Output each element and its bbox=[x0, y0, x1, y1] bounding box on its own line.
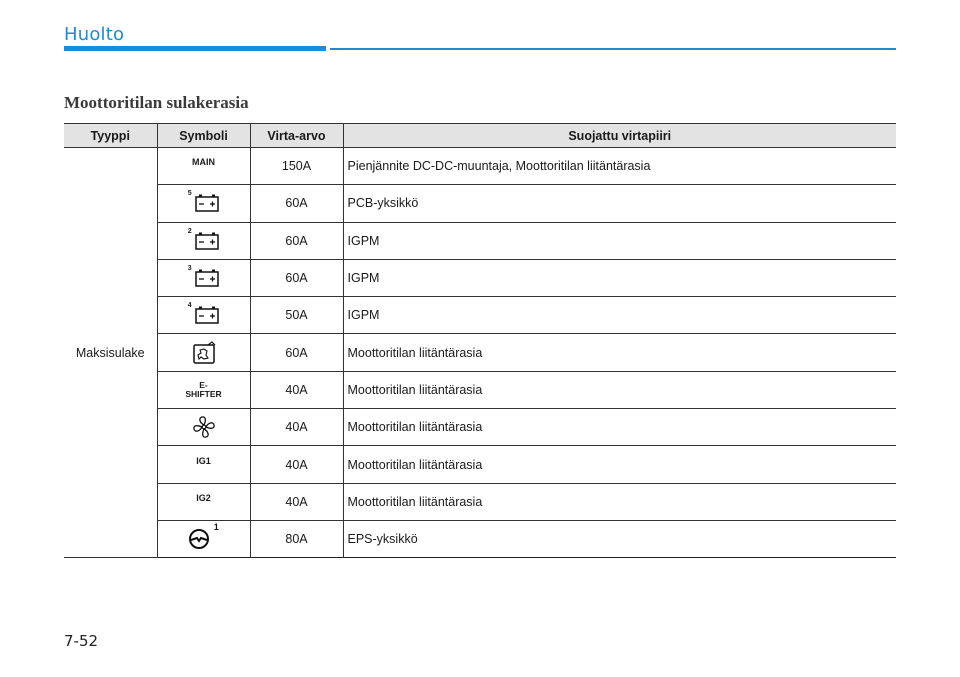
table-row: 3 60A IGPM bbox=[64, 259, 896, 298]
steering-wheel-icon bbox=[189, 529, 210, 550]
symbol-text: IG1 bbox=[196, 455, 211, 466]
table-row: 5 60A PCB-yksikkö bbox=[64, 184, 896, 223]
symbol-index: 1 bbox=[213, 522, 219, 533]
table-row: IG2 40A Moottoritilan liitäntärasia bbox=[64, 483, 896, 521]
circuit-cell: Moottoritilan liitäntärasia bbox=[342, 445, 896, 484]
circuit-cell: Pienjännite DC-DC-muuntaja, Moottoritila… bbox=[342, 147, 896, 186]
symbol-cell: 5 bbox=[156, 184, 250, 223]
symbol-text: IG2 bbox=[196, 492, 211, 503]
section-title: Huolto bbox=[64, 24, 125, 45]
symbol-cell: E- SHIFTER bbox=[156, 371, 250, 410]
symbol-index: 4 bbox=[187, 302, 192, 310]
symbol-cell: MAIN bbox=[156, 147, 250, 186]
circuit-cell: IGPM bbox=[342, 222, 896, 260]
battery-icon bbox=[195, 232, 219, 250]
circuit-cell: Moottoritilan liitäntärasia bbox=[342, 371, 896, 410]
rating-cell: 150A bbox=[249, 147, 343, 186]
table-header-row: Tyyppi Symboli Virta-arvo Suojattu virta… bbox=[64, 123, 896, 148]
battery-icon bbox=[195, 194, 219, 213]
rating-cell: 40A bbox=[249, 408, 343, 447]
column-header-rating: Virta-arvo bbox=[249, 123, 343, 148]
symbol-text: MAIN bbox=[192, 157, 215, 168]
header-rule-thin bbox=[330, 48, 896, 50]
symbol-cell: 4 bbox=[156, 296, 250, 335]
symbol-cell: 1 bbox=[156, 520, 250, 559]
rating-cell: 40A bbox=[249, 371, 343, 410]
rating-cell: 60A bbox=[249, 333, 343, 372]
table-row: Maksisulake MAIN 150A Pienjännite DC-DC-… bbox=[64, 147, 896, 559]
rating-cell: 60A bbox=[249, 259, 343, 298]
fuse-type-cell: Maksisulake bbox=[64, 147, 157, 559]
circuit-cell: Moottoritilan liitäntärasia bbox=[342, 333, 896, 372]
page-number: 7-52 bbox=[64, 632, 99, 650]
fuse-table: Tyyppi Symboli Virta-arvo Suojattu virta… bbox=[64, 123, 896, 559]
circuit-cell: PCB-yksikkö bbox=[342, 184, 896, 223]
fan-icon bbox=[192, 416, 215, 438]
table-row: E- SHIFTER 40A Moottoritilan liitäntäras… bbox=[64, 371, 896, 410]
column-header-type: Tyyppi bbox=[64, 123, 157, 148]
table-row: 4 50A IGPM bbox=[64, 296, 896, 335]
table-row: 40A Moottoritilan liitäntärasia bbox=[64, 408, 896, 447]
symbol-cell: IG1 bbox=[156, 445, 250, 484]
circuit-cell: EPS-yksikkö bbox=[342, 520, 896, 559]
table-row: 1 80A EPS-yksikkö bbox=[64, 520, 896, 559]
rating-cell: 40A bbox=[249, 483, 343, 521]
rating-cell: 60A bbox=[249, 184, 343, 223]
heated-glass-icon bbox=[192, 340, 215, 364]
symbol-cell: 2 bbox=[156, 222, 250, 260]
symbol-cell: 3 bbox=[156, 259, 250, 298]
table-row: IG1 40A Moottoritilan liitäntärasia bbox=[64, 445, 896, 484]
column-header-symbol: Symboli bbox=[156, 123, 250, 148]
rating-cell: 50A bbox=[249, 296, 343, 335]
table-row: 2 60A IGPM bbox=[64, 222, 896, 260]
rating-cell: 60A bbox=[249, 222, 343, 260]
circuit-cell: IGPM bbox=[342, 296, 896, 335]
circuit-cell: Moottoritilan liitäntärasia bbox=[342, 483, 896, 521]
circuit-cell: Moottoritilan liitäntärasia bbox=[342, 408, 896, 447]
symbol-index: 2 bbox=[187, 227, 192, 235]
page-heading: Moottoritilan sulakerasia bbox=[64, 93, 249, 112]
symbol-index: 5 bbox=[187, 190, 192, 198]
circuit-cell: IGPM bbox=[342, 259, 896, 298]
symbol-text: E- SHIFTER bbox=[185, 379, 222, 399]
symbol-index: 3 bbox=[187, 265, 192, 273]
rating-cell: 80A bbox=[249, 520, 343, 559]
symbol-cell bbox=[156, 408, 250, 447]
battery-icon bbox=[195, 269, 219, 287]
table-row: 60A Moottoritilan liitäntärasia bbox=[64, 333, 896, 372]
column-header-circuit: Suojattu virtapiiri bbox=[342, 123, 896, 148]
symbol-cell bbox=[156, 333, 250, 372]
rating-cell: 40A bbox=[249, 445, 343, 484]
header-rule-thick bbox=[64, 46, 326, 51]
symbol-cell: IG2 bbox=[156, 483, 250, 521]
battery-icon bbox=[195, 306, 219, 325]
